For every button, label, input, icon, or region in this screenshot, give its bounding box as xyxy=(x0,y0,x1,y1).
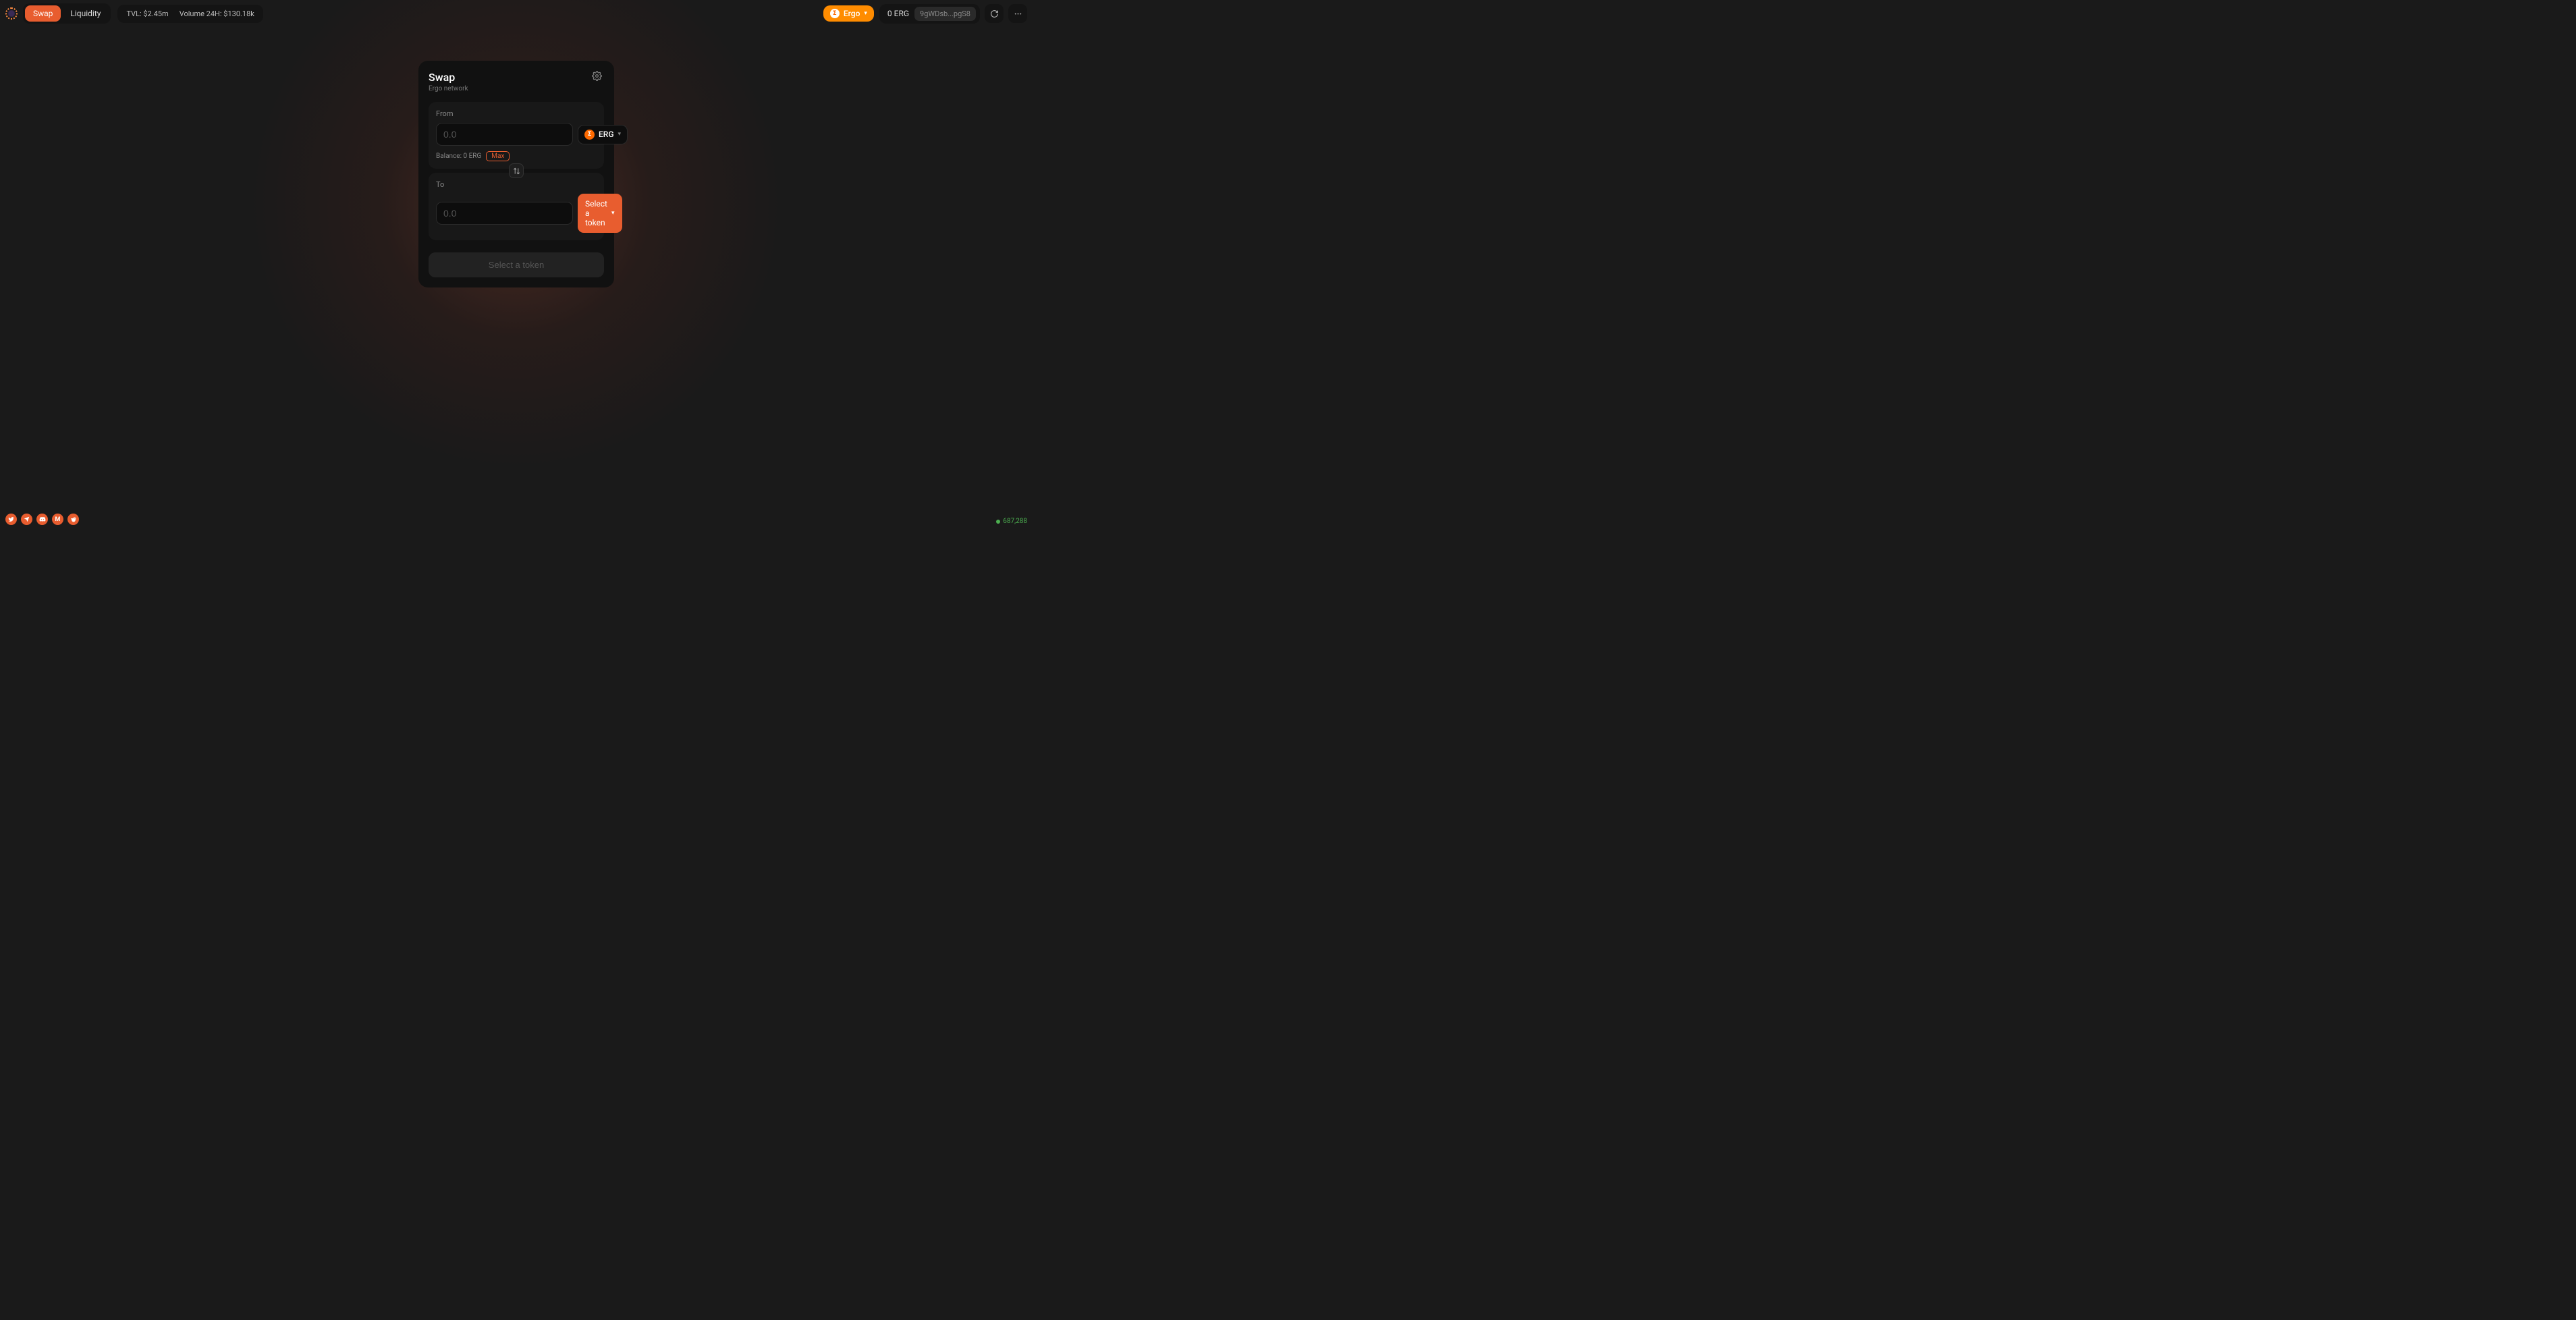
to-box: To Select a token ▾ xyxy=(429,173,604,240)
wallet-address: 9gWDsb...pgS8 xyxy=(914,7,976,21)
volume-stat: Volume 24H: $130.18k xyxy=(180,9,254,18)
to-amount-input[interactable] xyxy=(436,202,573,225)
max-button[interactable]: Max xyxy=(486,151,510,161)
gear-icon xyxy=(592,71,602,81)
block-height-indicator[interactable]: 687,288 xyxy=(996,518,1027,525)
network-name: Ergo xyxy=(844,9,860,18)
status-dot-icon xyxy=(996,520,1000,524)
select-token-label: Select a token xyxy=(585,199,607,227)
refresh-icon xyxy=(990,9,999,18)
reddit-icon xyxy=(70,516,77,523)
wallet-pill[interactable]: 0 ERG 9gWDsb...pgS8 xyxy=(879,4,980,24)
discord-link[interactable] xyxy=(36,514,48,525)
telegram-icon xyxy=(24,516,30,522)
card-subtitle: Ergo network xyxy=(429,85,604,92)
wallet-balance: 0 ERG xyxy=(887,9,909,18)
nav-liquidity[interactable]: Liquidity xyxy=(62,5,109,22)
app-logo[interactable] xyxy=(5,7,18,20)
telegram-link[interactable] xyxy=(21,514,32,525)
from-token-name: ERG xyxy=(599,130,614,139)
from-label: From xyxy=(436,109,597,118)
from-token-selector[interactable]: Σ ERG ▾ xyxy=(578,125,628,144)
network-selector[interactable]: Σ Ergo ▾ xyxy=(823,5,874,22)
swap-arrows-icon xyxy=(513,167,520,175)
nav-swap[interactable]: Swap xyxy=(25,5,61,22)
card-title: Swap xyxy=(429,71,604,84)
reddit-link[interactable] xyxy=(67,514,79,525)
switch-tokens-button[interactable] xyxy=(509,163,524,178)
more-button[interactable] xyxy=(1008,4,1027,23)
ergo-icon: Σ xyxy=(830,9,840,18)
social-links: M xyxy=(5,514,79,525)
from-box: From Σ ERG ▾ Balance: 0 ERG Max xyxy=(429,102,604,169)
chevron-down-icon: ▾ xyxy=(611,210,615,217)
discord-icon xyxy=(39,516,46,523)
from-amount-input[interactable] xyxy=(436,123,573,146)
chevron-down-icon: ▾ xyxy=(618,131,622,138)
ergo-token-icon: Σ xyxy=(584,130,595,140)
from-balance: Balance: 0 ERG xyxy=(436,153,481,160)
medium-icon: M xyxy=(55,516,61,523)
swap-card: Swap Ergo network From Σ ERG ▾ Balance: … xyxy=(418,61,614,287)
block-number: 687,288 xyxy=(1003,518,1027,525)
chevron-down-icon: ▾ xyxy=(864,10,867,17)
nav-tabs: Swap Liquidity xyxy=(23,3,111,24)
stats-pill: TVL: $2.45m Volume 24H: $130.18k xyxy=(117,5,263,23)
to-token-selector[interactable]: Select a token ▾ xyxy=(578,194,622,233)
swap-action-button[interactable]: Select a token xyxy=(429,252,604,277)
dots-icon xyxy=(1014,9,1022,18)
medium-link[interactable]: M xyxy=(52,514,63,525)
settings-button[interactable] xyxy=(592,71,604,83)
refresh-button[interactable] xyxy=(985,4,1004,23)
twitter-link[interactable] xyxy=(5,514,17,525)
twitter-icon xyxy=(8,516,14,522)
to-label: To xyxy=(436,180,597,189)
tvl-stat: TVL: $2.45m xyxy=(126,9,168,18)
